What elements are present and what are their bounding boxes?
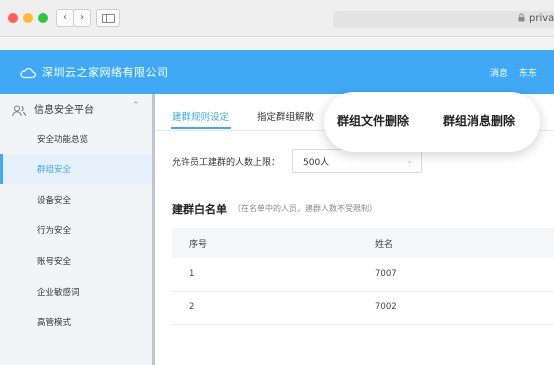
group-size-limit-select[interactable]: 500人 ⌄ xyxy=(292,149,422,173)
whitelist-hint: （在名单中的人员，建群人数不受限制） xyxy=(233,204,377,213)
sidebar-toggle-icon[interactable] xyxy=(96,9,120,27)
table-row[interactable]: 2 7002 xyxy=(172,291,554,325)
table-cell-name: 7007 xyxy=(375,269,397,279)
active-tab-underline xyxy=(171,127,231,129)
browser-titlebar: ‹ › priva xyxy=(0,0,554,37)
table-cell-index: 1 xyxy=(189,269,195,279)
sidebar-item-label: 设备安全 xyxy=(37,196,72,206)
group-size-limit-label: 允许员工建群的人数上限： xyxy=(172,158,281,168)
tab-delete-group-files[interactable]: 群组文件删除 xyxy=(337,112,409,129)
sidebar-item-executive-mode[interactable]: 高管模式 xyxy=(0,307,152,337)
sidebar-item-label: 群组安全 xyxy=(37,165,72,175)
select-value: 500人 xyxy=(303,158,330,168)
sidebar-item-label: 账号安全 xyxy=(37,257,72,267)
sidebar-group-security-platform[interactable]: 信息安全平台 ⌃ xyxy=(0,94,152,122)
sidebar-item-sensitive-words[interactable]: 企业敏感词 xyxy=(0,277,152,307)
address-bar[interactable]: priva xyxy=(333,11,554,28)
minimize-window-button[interactable] xyxy=(23,13,33,23)
sidebar-item-label: 行为安全 xyxy=(37,226,72,236)
back-icon[interactable]: ‹ xyxy=(56,9,74,27)
user-name-link[interactable]: 东东 xyxy=(519,66,537,79)
maximize-window-button[interactable] xyxy=(38,13,48,23)
table-header: 序号 姓名 xyxy=(172,228,554,258)
sidebar-item-overview[interactable]: 安全功能总览 xyxy=(0,124,152,154)
sidebar-item-label: 企业敏感词 xyxy=(37,288,80,298)
close-window-button[interactable] xyxy=(8,13,18,23)
forward-icon[interactable]: › xyxy=(73,9,91,27)
chevron-down-icon: ⌄ xyxy=(406,156,413,165)
column-header-name: 姓名 xyxy=(375,240,394,250)
sidebar-item-label: 安全功能总览 xyxy=(37,135,89,145)
tab-dissolve-groups[interactable]: 指定群组解散 xyxy=(257,109,314,123)
browser-window: ‹ › priva 深圳云之家网络有限公司 消息 东东 信息安全平台 ⌃ 安全功… xyxy=(0,0,554,365)
cloud-logo-icon xyxy=(20,64,36,83)
tab-delete-group-messages[interactable]: 群组消息删除 xyxy=(443,112,515,129)
sidebar-group-label: 信息安全平台 xyxy=(34,105,94,116)
table-cell-index: 2 xyxy=(189,302,195,312)
sidebar-item-label: 高管模式 xyxy=(37,318,72,328)
column-header-index: 序号 xyxy=(189,240,208,250)
tab-group-rules[interactable]: 建群规则设定 xyxy=(172,109,229,123)
sidebar-item-device-security[interactable]: 设备安全 xyxy=(0,185,152,215)
user-group-icon xyxy=(12,102,26,121)
table-cell-name: 7002 xyxy=(375,302,397,312)
company-name: 深圳云之家网络有限公司 xyxy=(42,66,169,79)
table-row[interactable]: 1 7007 xyxy=(172,258,554,292)
toolbar-strip xyxy=(0,37,554,50)
app-header: 深圳云之家网络有限公司 消息 东东 xyxy=(0,50,554,94)
active-indicator xyxy=(0,154,3,184)
messages-link[interactable]: 消息 xyxy=(490,66,508,79)
sidebar-item-group-security[interactable]: 群组安全 xyxy=(0,154,152,184)
tab-overflow-popup: 群组文件删除 群组消息删除 xyxy=(324,92,540,152)
whitelist-title: 建群白名单 xyxy=(172,203,227,216)
address-text: priva xyxy=(529,13,554,24)
sidebar-item-behavior-security[interactable]: 行为安全 xyxy=(0,215,152,245)
lock-icon xyxy=(518,13,525,25)
sidebar: 信息安全平台 ⌃ 安全功能总览 群组安全 设备安全 行为安全 账号安全 企业敏感… xyxy=(0,94,155,365)
sidebar-item-account-security[interactable]: 账号安全 xyxy=(0,246,152,276)
chevron-up-icon[interactable]: ⌃ xyxy=(132,101,140,111)
